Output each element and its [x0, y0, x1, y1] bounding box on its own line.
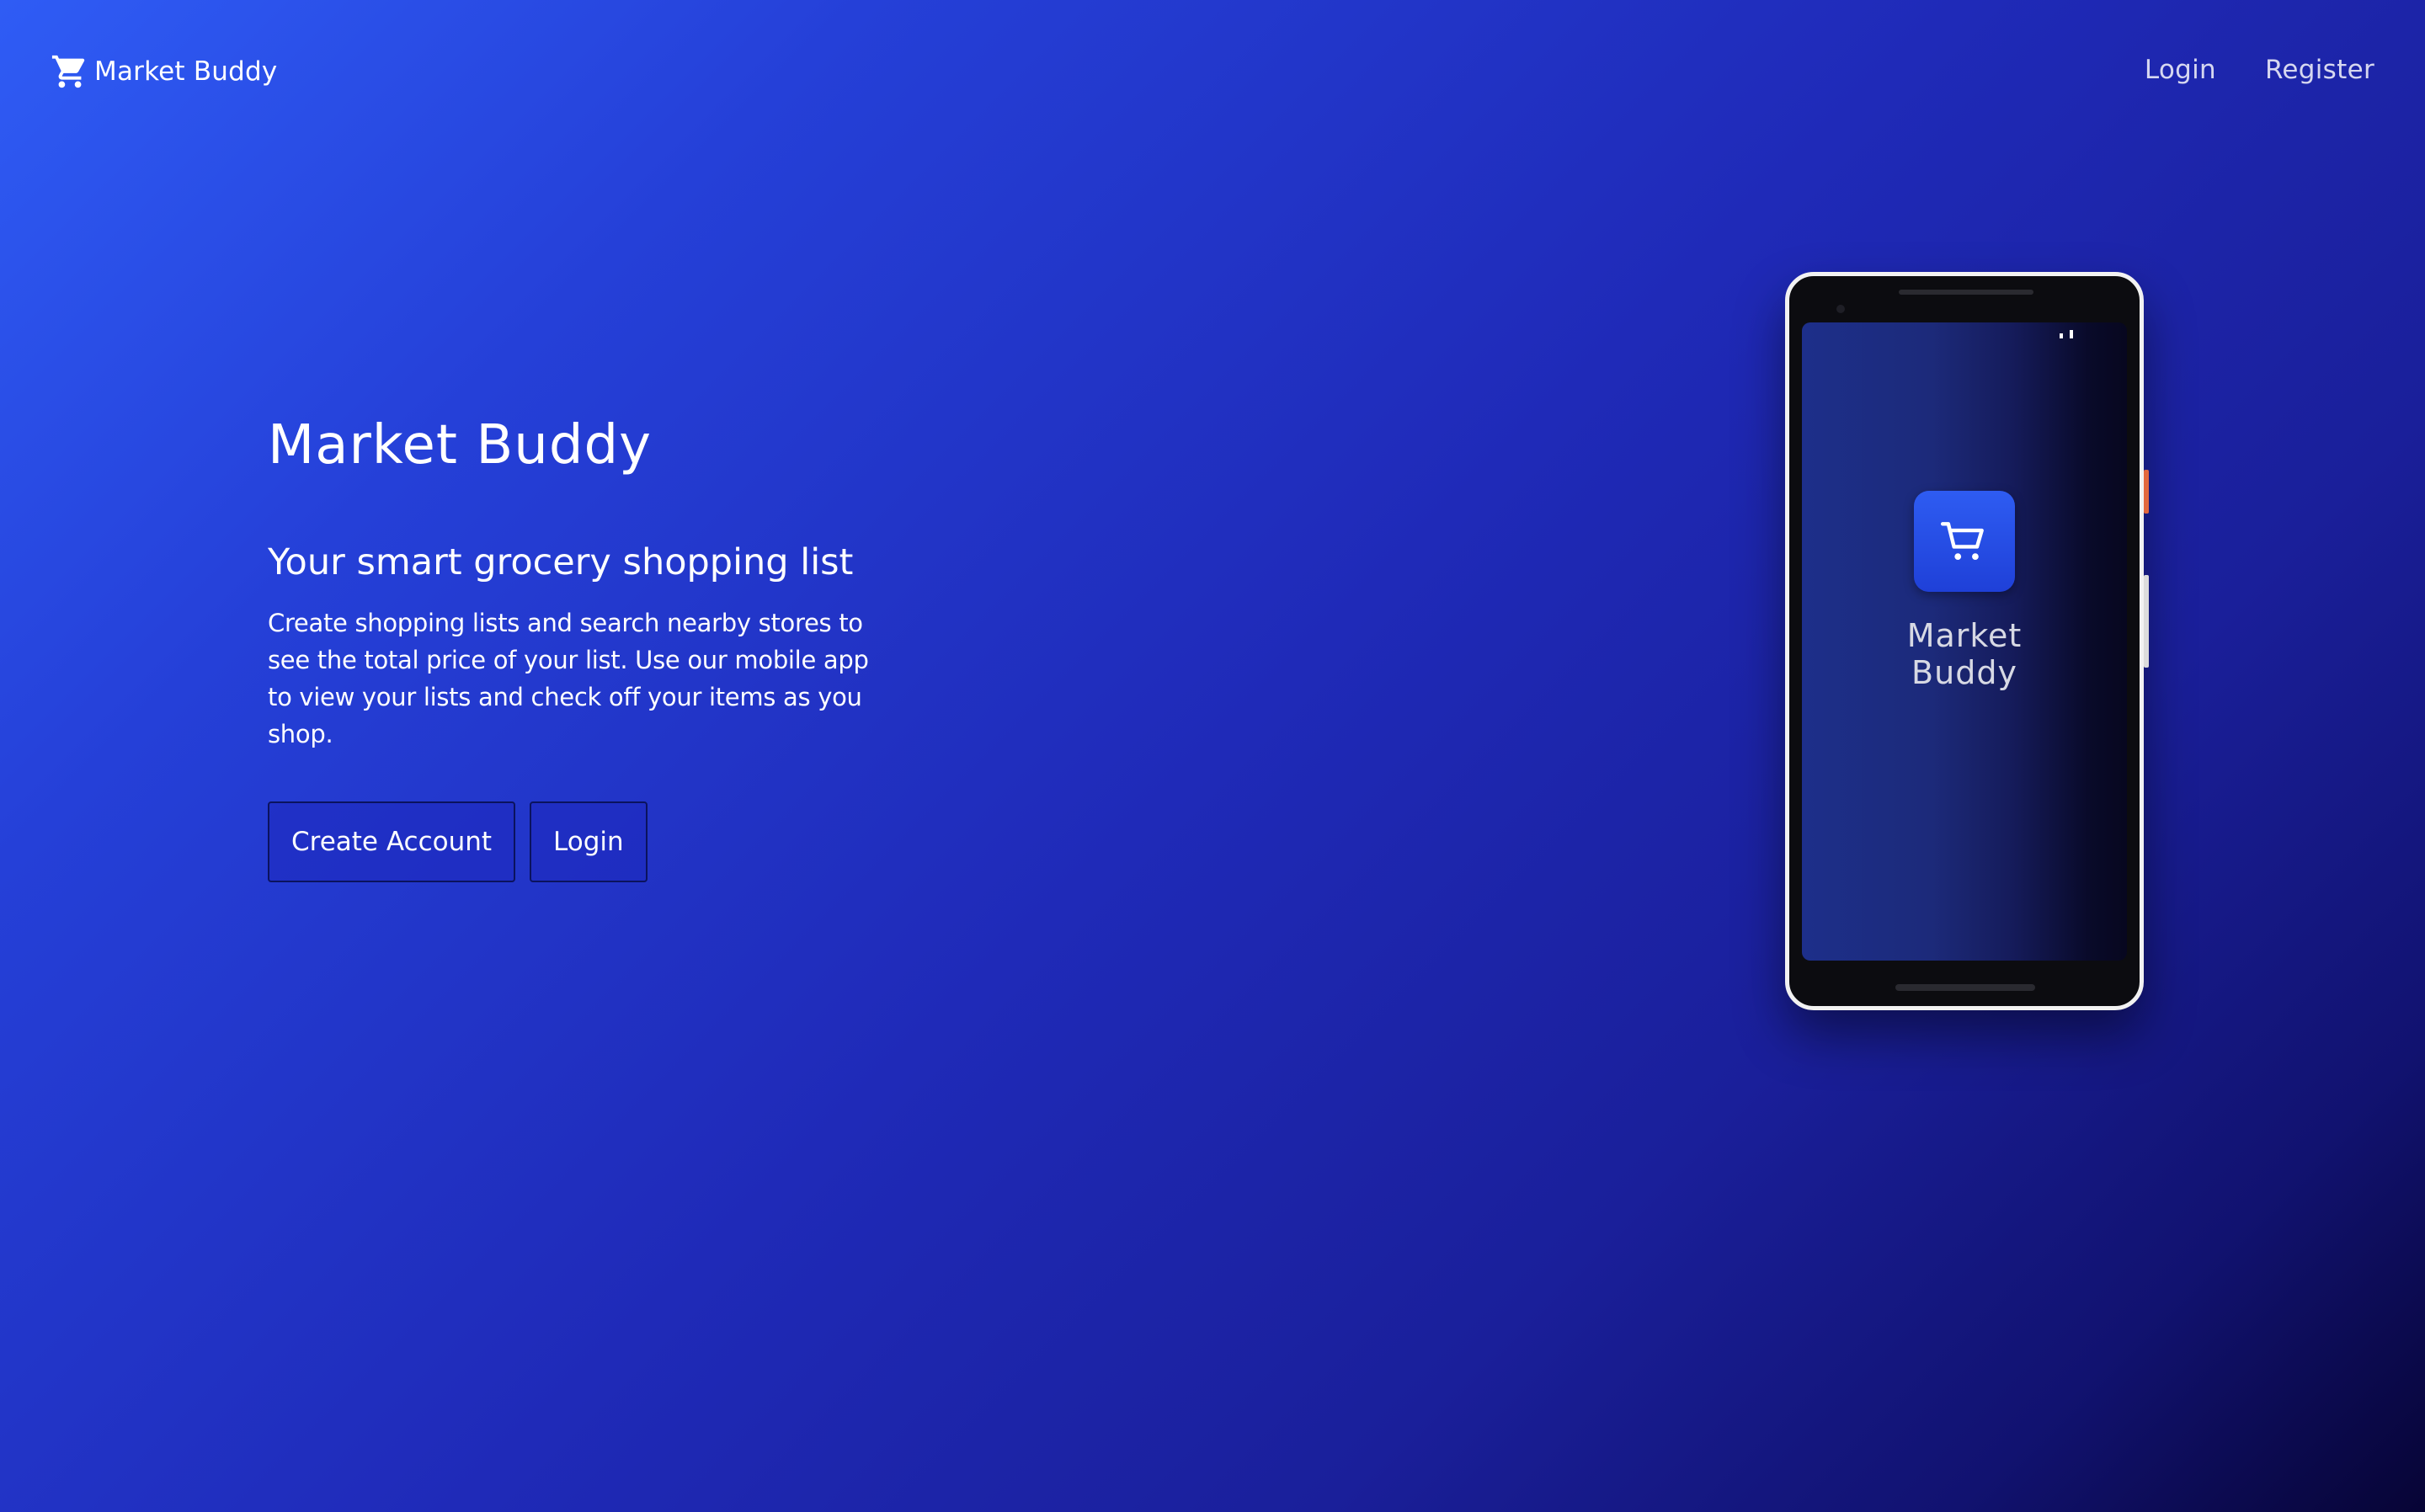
brand-name: Market Buddy	[94, 56, 278, 87]
hero-buttons: Create Account Login	[268, 801, 874, 882]
phone-mockup: Market Buddy	[1785, 272, 2149, 1010]
phone-speaker	[1899, 290, 2033, 295]
shopping-cart-icon	[1938, 515, 1991, 567]
app-name-line-2: Buddy	[1911, 654, 2017, 691]
app-name-line-1: Market	[1906, 617, 2023, 654]
shopping-cart-icon	[51, 52, 89, 91]
hero-title: Market Buddy	[268, 414, 652, 476]
create-account-button[interactable]: Create Account	[268, 801, 516, 882]
phone-screen: Market Buddy	[1802, 322, 2127, 961]
app-icon	[1914, 491, 2015, 592]
phone-volume-button	[2144, 575, 2149, 668]
nav-register-link[interactable]: Register	[2265, 55, 2374, 85]
hero-subtitle: Your smart grocery shopping list	[268, 541, 854, 583]
nav-links: Login Register	[2145, 49, 2374, 91]
phone-bottom-speaker	[1895, 984, 2035, 991]
phone-camera-icon	[1836, 305, 1845, 313]
hero-section: Market Buddy Your smart grocery shopping…	[268, 411, 874, 882]
app-name: Market Buddy	[1802, 617, 2127, 691]
brand-logo[interactable]: Market Buddy	[51, 51, 277, 93]
phone-power-button	[2144, 470, 2149, 514]
nav-login-link[interactable]: Login	[2145, 55, 2216, 85]
login-button[interactable]: Login	[530, 801, 648, 882]
hero-description: Create shopping lists and search nearby …	[268, 609, 869, 748]
signal-status-icon	[2058, 326, 2076, 338]
